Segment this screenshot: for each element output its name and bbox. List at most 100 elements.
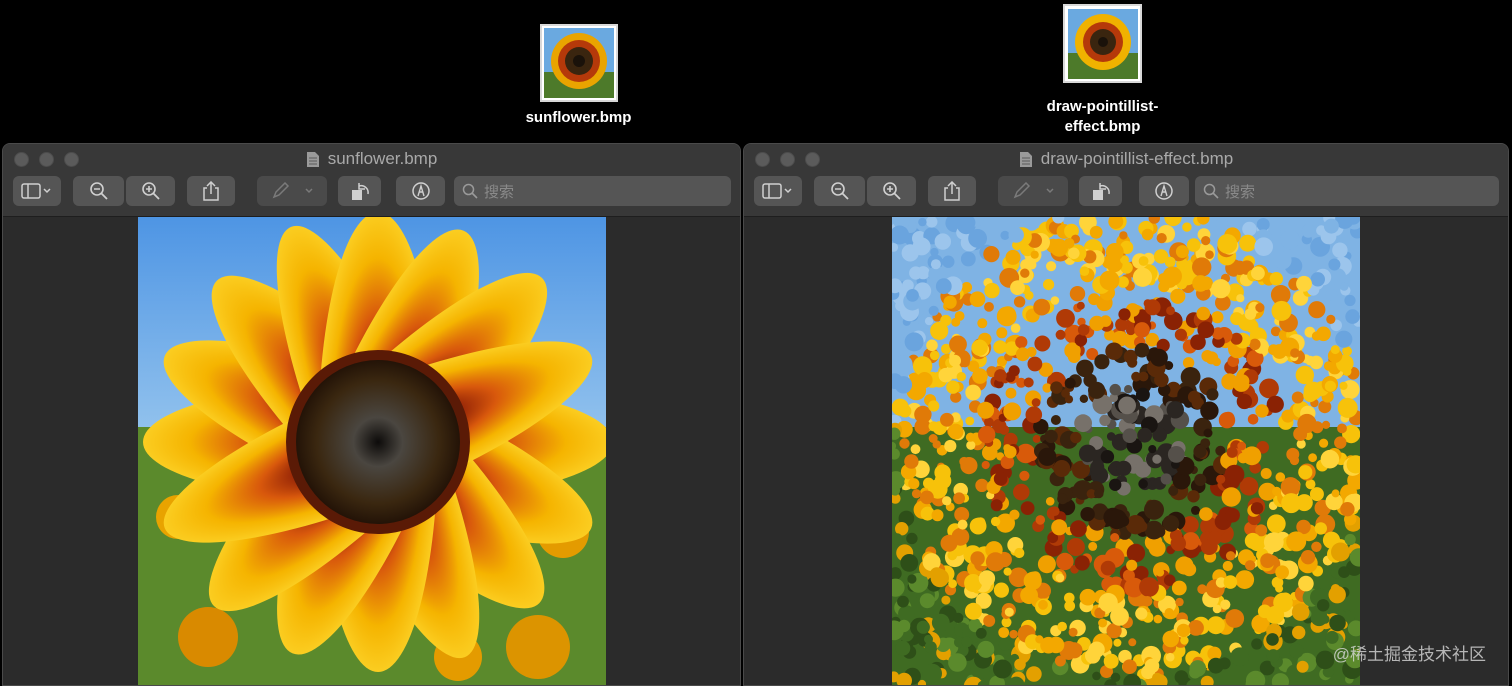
paint-dot: [957, 519, 968, 530]
paint-dot: [1297, 413, 1317, 434]
sunflower-image: [138, 217, 606, 685]
paint-dot: [1067, 350, 1081, 363]
desktop-icon-sunflower[interactable]: sunflower.bmp: [516, 24, 641, 128]
paint-dot: [1330, 345, 1340, 355]
paint-dot: [1150, 348, 1168, 367]
paint-dot: [1063, 238, 1075, 249]
paint-dot: [1175, 597, 1184, 607]
paint-dot: [1298, 465, 1313, 480]
paint-dot: [1003, 402, 1022, 421]
paint-dot: [1226, 446, 1238, 458]
paint-dot: [1134, 342, 1150, 358]
sidebar-icon: [762, 183, 792, 199]
paint-dot: [1321, 420, 1331, 429]
paint-dot: [1056, 309, 1075, 328]
paint-dot: [906, 289, 919, 302]
paint-dot: [1055, 329, 1066, 340]
paint-dot: [1009, 629, 1018, 639]
paint-dot: [1033, 298, 1051, 316]
share-button[interactable]: [187, 176, 235, 206]
rotate-icon: [351, 183, 369, 200]
preview-window-sunflower: sunflower.bmp 搜索: [2, 143, 741, 686]
paint-dot: [1078, 444, 1097, 463]
paint-dot: [1290, 348, 1300, 358]
paint-dot: [1088, 641, 1105, 658]
paint-dot: [1068, 627, 1078, 637]
rotate-button[interactable]: [1079, 176, 1122, 206]
paint-dot: [897, 595, 909, 608]
zoom-in-button[interactable]: [126, 176, 175, 206]
paint-dot: [895, 334, 905, 343]
zoom-out-button[interactable]: [814, 176, 865, 206]
paint-dot: [1069, 286, 1086, 302]
sidebar-toggle-button[interactable]: [754, 176, 802, 206]
paint-dot: [908, 478, 920, 490]
paint-dot: [984, 302, 994, 312]
paint-dot: [1164, 256, 1176, 268]
markup-toolbar-button[interactable]: [396, 176, 445, 206]
paint-dot: [1164, 608, 1174, 618]
paint-dot: [1144, 520, 1164, 540]
paint-dot: [946, 380, 960, 394]
paint-dot: [1224, 464, 1245, 485]
zoom-out-icon: [89, 182, 108, 200]
paint-dot: [914, 418, 931, 435]
paint-dot: [940, 534, 958, 552]
paint-dot: [1211, 279, 1231, 299]
paint-dot: [1064, 395, 1074, 404]
pen-icon: [1013, 182, 1054, 199]
paint-dot: [1032, 434, 1041, 443]
paint-dot: [920, 490, 934, 505]
paint-dot: [1268, 344, 1279, 356]
desktop-icon-pointillist[interactable]: draw-pointillist- effect.bmp: [1030, 4, 1175, 137]
paint-dot: [1099, 315, 1112, 327]
paint-dot: [1010, 323, 1021, 333]
paint-dot: [1135, 387, 1150, 402]
paint-dot: [941, 595, 951, 605]
markup-toolbar-button[interactable]: [1139, 176, 1189, 206]
paint-dot: [1305, 355, 1316, 366]
paint-dot: [1317, 599, 1330, 612]
paint-dot: [904, 332, 924, 352]
desktop-icon-label-line1: draw-pointillist-: [1046, 98, 1159, 115]
rotate-button[interactable]: [338, 176, 381, 206]
paint-dot: [990, 516, 1001, 527]
paint-dot: [926, 339, 938, 352]
paint-dot: [1124, 385, 1133, 394]
paint-dot: [1266, 633, 1279, 646]
paint-dot: [1057, 621, 1067, 632]
watermark: @稀土掘金技术社区: [1332, 645, 1486, 664]
paint-dot: [956, 372, 966, 382]
markup-pen-button[interactable]: [257, 176, 327, 206]
search-field[interactable]: 搜索: [1195, 176, 1499, 206]
paint-dot: [1296, 660, 1309, 673]
paint-dot: [965, 384, 982, 401]
sidebar-toggle-button[interactable]: [13, 176, 61, 206]
paint-dot: [1205, 250, 1214, 259]
paint-dot: [934, 233, 951, 250]
paint-dot: [900, 554, 919, 572]
paint-dot: [1134, 322, 1150, 338]
document-icon: [1019, 151, 1032, 167]
paint-dot: [897, 619, 911, 633]
sunflower-photo: [138, 217, 606, 685]
paint-dot: [1131, 371, 1141, 382]
titlebar: draw-pointillist-effect.bmp 搜索: [744, 144, 1508, 217]
paint-dot: [1045, 497, 1055, 506]
paint-dot: [892, 398, 909, 416]
paint-dot: [959, 357, 970, 368]
paint-dot: [1323, 361, 1334, 371]
paint-dot: [1014, 658, 1026, 671]
paint-dot: [1176, 623, 1191, 638]
search-field[interactable]: 搜索: [454, 176, 731, 206]
zoom-in-button[interactable]: [867, 176, 916, 206]
zoom-out-button[interactable]: [73, 176, 124, 206]
share-button[interactable]: [928, 176, 976, 206]
paint-dot: [1100, 560, 1116, 576]
paint-dot: [1038, 447, 1057, 466]
paint-dot: [1118, 308, 1131, 321]
markup-pen-button[interactable]: [998, 176, 1068, 206]
paint-dot: [1034, 335, 1051, 352]
paint-dot: [1266, 649, 1280, 663]
paint-dot: [1271, 300, 1292, 321]
